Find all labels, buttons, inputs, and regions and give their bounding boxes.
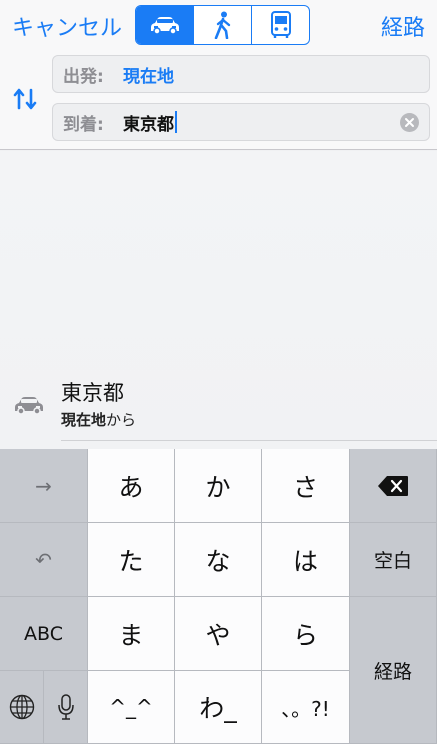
- abc-key[interactable]: ABC: [0, 597, 88, 671]
- text-cursor: [175, 111, 177, 133]
- undo-key[interactable]: ↶: [0, 523, 88, 597]
- suggestion-row[interactable]: 東京都 現在地から: [0, 377, 437, 441]
- suggestion-suffix: から: [106, 411, 137, 429]
- kana-key-a[interactable]: あ: [88, 449, 175, 523]
- delete-icon: [378, 475, 408, 496]
- kana-key-ma[interactable]: ま: [88, 597, 175, 671]
- emoticon-key[interactable]: ^_^: [88, 671, 175, 744]
- globe-key[interactable]: [0, 671, 44, 744]
- cancel-button[interactable]: キャンセル: [12, 10, 122, 42]
- origin-value: 現在地: [123, 66, 174, 87]
- destination-label: 到着:: [63, 114, 104, 135]
- kana-key-wa[interactable]: わ_: [175, 671, 262, 744]
- mic-icon: [57, 694, 74, 720]
- walk-icon: [214, 11, 230, 39]
- space-key[interactable]: 空白: [350, 523, 437, 597]
- walk-mode-button[interactable]: [194, 6, 252, 44]
- suggestion-origin: 現在地: [61, 411, 107, 429]
- kana-key-na[interactable]: な: [175, 523, 262, 597]
- next-candidate-key[interactable]: →: [0, 449, 88, 523]
- globe-icon: [9, 694, 34, 720]
- swap-icon[interactable]: [12, 86, 38, 112]
- kana-key-ta[interactable]: た: [88, 523, 175, 597]
- mic-key[interactable]: [44, 671, 88, 744]
- origin-field[interactable]: 出発: 現在地: [52, 55, 430, 93]
- route-header: キャンセル 経路 出発: 現在地 到着: 東京都: [0, 0, 437, 150]
- suggestion-area: 東京都 現在地から: [0, 151, 437, 449]
- kana-keyboard: → ↶ ABC あ か さ た な は ま や ら ^_^ わ_ 、。?! 空白…: [0, 449, 437, 744]
- kana-key-ka[interactable]: か: [175, 449, 262, 523]
- kana-key-ya[interactable]: や: [175, 597, 262, 671]
- route-button[interactable]: 経路: [381, 10, 425, 42]
- transit-icon: [270, 11, 291, 38]
- kana-key-ra[interactable]: ら: [262, 597, 350, 671]
- divider: [61, 440, 437, 441]
- kana-key-sa[interactable]: さ: [262, 449, 350, 523]
- suggestion-subtitle: 現在地から: [61, 409, 136, 430]
- return-route-key[interactable]: 経路: [350, 597, 437, 744]
- delete-key[interactable]: [350, 449, 437, 523]
- destination-value: 東京都: [123, 114, 174, 135]
- origin-label: 出発:: [63, 66, 104, 87]
- suggestion-title: 東京都: [61, 381, 124, 405]
- transit-mode-button[interactable]: [252, 6, 309, 44]
- kana-key-ha[interactable]: は: [262, 523, 350, 597]
- car-icon: [15, 397, 43, 415]
- car-icon: [150, 17, 179, 35]
- punctuation-key[interactable]: 、。?!: [262, 671, 350, 744]
- transport-mode-selector: [135, 5, 310, 45]
- destination-field[interactable]: 到着: 東京都: [52, 103, 430, 141]
- clear-icon[interactable]: [400, 113, 419, 132]
- car-mode-button[interactable]: [136, 6, 194, 44]
